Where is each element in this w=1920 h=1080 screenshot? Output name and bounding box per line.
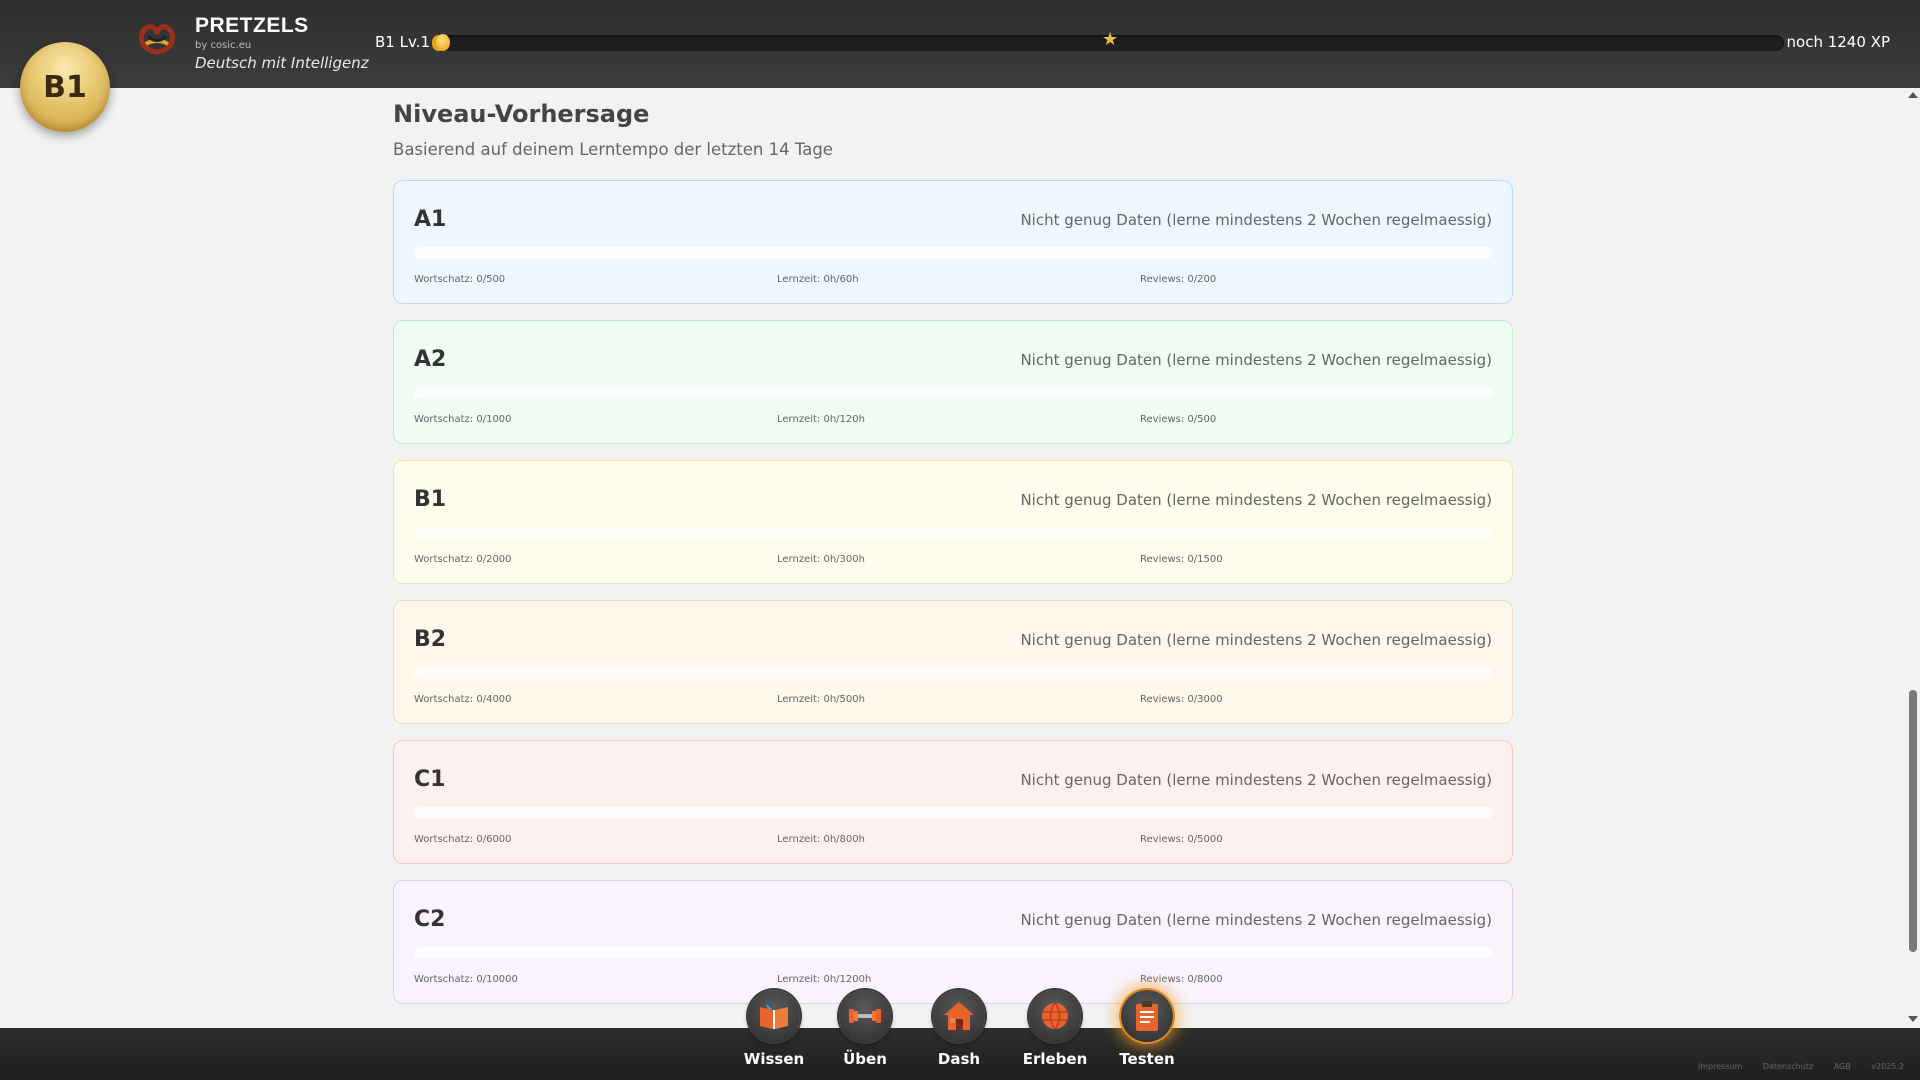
globe-icon — [1029, 990, 1081, 1042]
level-progress-bar — [414, 247, 1492, 259]
time-stat: Lernzeit: 0h/300h — [777, 554, 865, 565]
level-name: B1 — [414, 487, 447, 512]
reviews-stat: Reviews: 0/1500 — [1140, 554, 1223, 565]
brand-tagline: Deutsch mit Intelligenz — [195, 54, 369, 72]
reviews-stat: Reviews: 0/5000 — [1140, 834, 1223, 845]
level-cards: A1 Nicht genug Daten (lerne mindestens 2… — [393, 180, 1513, 1004]
reviews-stat: Reviews: 0/8000 — [1140, 974, 1223, 985]
pretzel-logo-icon[interactable] — [134, 18, 180, 60]
scroll-up-arrow-icon[interactable] — [1908, 92, 1918, 98]
vocab-stat: Wortschatz: 0/2000 — [414, 554, 512, 565]
time-stat: Lernzeit: 0h/120h — [777, 414, 865, 425]
top-bar: PRETZELS by cosic.eu Deutsch mit Intelli… — [0, 0, 1920, 88]
main-content: Niveau-Vorhersage Basierend auf deinem L… — [393, 88, 1513, 1020]
nav-label: Dash — [937, 1050, 981, 1068]
footer-link[interactable]: Impressum — [1698, 1062, 1742, 1071]
level-progress-bar — [414, 807, 1492, 819]
nav-dash[interactable]: Dash — [919, 990, 999, 1068]
level-badge[interactable]: B1 — [20, 42, 110, 132]
page-title: Niveau-Vorhersage — [393, 100, 650, 128]
vocab-stat: Wortschatz: 0/10000 — [414, 974, 518, 985]
vocab-stat: Wortschatz: 0/4000 — [414, 694, 512, 705]
vocab-stat: Wortschatz: 0/6000 — [414, 834, 512, 845]
coin-icon — [436, 34, 450, 51]
nav-erleben[interactable]: Erleben — [1015, 990, 1095, 1068]
level-name: C2 — [414, 907, 446, 932]
prediction-message: Nicht genug Daten (lerne mindestens 2 Wo… — [1020, 491, 1492, 509]
time-stat: Lernzeit: 0h/800h — [777, 834, 865, 845]
level-badge-label: B1 — [43, 69, 87, 105]
level-progress-bar — [414, 387, 1492, 399]
page-subtitle: Basierend auf deinem Lerntempo der letzt… — [393, 140, 833, 159]
dumbbell-icon — [839, 990, 891, 1042]
level-card-a2: A2 Nicht genug Daten (lerne mindestens 2… — [393, 320, 1513, 444]
footer-links: Impressum Datenschutz AGB v2025.2 — [1680, 1062, 1904, 1071]
nav-label: Testen — [1119, 1050, 1175, 1068]
scrollbar-thumb[interactable] — [1909, 690, 1917, 952]
level-card-a1: A1 Nicht genug Daten (lerne mindestens 2… — [393, 180, 1513, 304]
level-card-c2: C2 Nicht genug Daten (lerne mindestens 2… — [393, 880, 1513, 1004]
nav-testen[interactable]: Testen — [1107, 990, 1187, 1068]
level-card-b2: B2 Nicht genug Daten (lerne mindestens 2… — [393, 600, 1513, 724]
book-icon — [748, 990, 800, 1042]
footer-link: v2025.2 — [1871, 1062, 1904, 1071]
scroll-down-arrow-icon[interactable] — [1908, 1016, 1918, 1022]
brand-name: PRETZELS — [195, 14, 309, 37]
level-progress-bar — [414, 527, 1492, 539]
level-name: A2 — [414, 347, 447, 372]
nav-label: Üben — [843, 1050, 887, 1068]
prediction-message: Nicht genug Daten (lerne mindestens 2 Wo… — [1020, 351, 1492, 369]
level-label: B1 Lv.1 — [375, 33, 430, 51]
vocab-stat: Wortschatz: 0/1000 — [414, 414, 512, 425]
prediction-message: Nicht genug Daten (lerne mindestens 2 Wo… — [1020, 211, 1492, 229]
xp-remaining: noch 1240 XP — [1786, 33, 1890, 51]
brand-by: by cosic.eu — [195, 40, 252, 51]
reviews-stat: Reviews: 0/500 — [1140, 414, 1217, 425]
time-stat: Lernzeit: 0h/500h — [777, 694, 865, 705]
level-card-c1: C1 Nicht genug Daten (lerne mindestens 2… — [393, 740, 1513, 864]
footer-link[interactable]: AGB — [1834, 1062, 1851, 1071]
prediction-message: Nicht genug Daten (lerne mindestens 2 Wo… — [1020, 771, 1492, 789]
level-name: A1 — [414, 207, 447, 232]
time-stat: Lernzeit: 0h/60h — [777, 274, 859, 285]
level-name: C1 — [414, 767, 446, 792]
star-icon: ★ — [1102, 29, 1119, 50]
prediction-message: Nicht genug Daten (lerne mindestens 2 Wo… — [1020, 911, 1492, 929]
reviews-stat: Reviews: 0/200 — [1140, 274, 1217, 285]
footer-link[interactable]: Datenschutz — [1763, 1062, 1813, 1071]
vocab-stat: Wortschatz: 0/500 — [414, 274, 506, 285]
level-card-b1: B1 Nicht genug Daten (lerne mindestens 2… — [393, 460, 1513, 584]
level-progress-bar — [414, 947, 1492, 959]
time-stat: Lernzeit: 0h/1200h — [777, 974, 872, 985]
nav-wissen[interactable]: Wissen — [734, 990, 814, 1068]
reviews-stat: Reviews: 0/3000 — [1140, 694, 1223, 705]
nav-label: Wissen — [743, 1050, 805, 1068]
nav-label: Erleben — [1022, 1050, 1088, 1068]
prediction-message: Nicht genug Daten (lerne mindestens 2 Wo… — [1020, 631, 1492, 649]
house-icon — [933, 990, 985, 1042]
level-name: B2 — [414, 627, 447, 652]
clipboard-icon — [1121, 990, 1173, 1042]
nav-ueben[interactable]: Üben — [825, 990, 905, 1068]
level-progress-bar — [414, 667, 1492, 679]
